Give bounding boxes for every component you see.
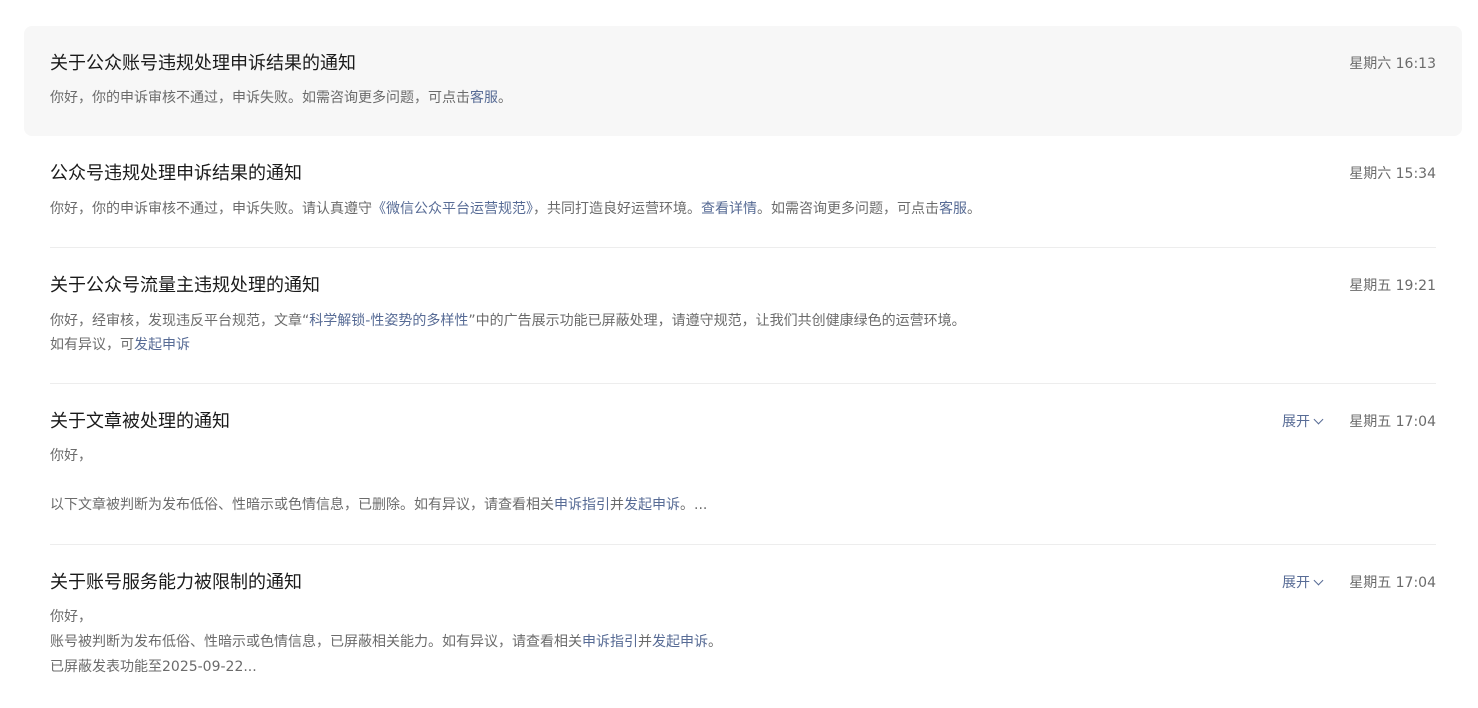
body-text: 并 [610, 497, 624, 513]
notification-item[interactable]: 关于文章被处理的通知 展开 星期五 17:04 你好， 以下文章被判断为发布低俗… [24, 384, 1462, 545]
notification-time: 星期五 17:04 [1349, 414, 1436, 430]
article-link[interactable]: 科学解锁-性姿势的多样性 [309, 313, 468, 329]
notification-time: 星期六 15:34 [1349, 166, 1436, 182]
chevron-down-icon [1313, 575, 1324, 586]
body-text: 你好，你的申诉审核不通过，申诉失败。请认真遵守 [50, 201, 372, 217]
chevron-down-icon [1313, 414, 1324, 425]
notification-title[interactable]: 关于公众号流量主违规处理的通知 [50, 274, 320, 298]
customer-service-link[interactable]: 客服 [470, 90, 498, 106]
notification-body: 你好， [50, 609, 92, 625]
notification-body-line: 账号被判断为发布低俗、性暗示或色情信息，已屏蔽相关能力。如有异议，请查看相关申诉… [50, 630, 722, 654]
body-text: 以下文章被判断为发布低俗、性暗示或色情信息，已删除。如有异议，请查看相关 [50, 497, 554, 513]
notification-body-line: 已屏蔽发表功能至2025-09-22... [50, 659, 257, 675]
notification-body-line: 以下文章被判断为发布低俗、性暗示或色情信息，已删除。如有异议，请查看相关申诉指引… [50, 493, 707, 517]
notification-item[interactable]: 关于账号服务能力被限制的通知 展开 星期五 17:04 你好， 账号被判断为发布… [24, 545, 1462, 695]
body-text: 。... [680, 497, 708, 513]
expand-label: 展开 [1282, 414, 1310, 430]
body-text: 。 [967, 201, 981, 217]
notification-title[interactable]: 公众号违规处理申诉结果的通知 [50, 162, 302, 186]
body-text: ，共同打造良好运营环境。 [533, 201, 701, 217]
notification-body: 你好，你的申诉审核不通过，申诉失败。请认真遵守《微信公众平台运营规范》，共同打造… [50, 197, 981, 221]
notification-time: 星期五 17:04 [1349, 575, 1436, 591]
body-text: ”中的广告展示功能已屏蔽处理，请遵守规范，让我们共创健康绿色的运营环境。 [468, 313, 966, 329]
expand-button[interactable]: 展开 [1282, 571, 1324, 595]
appeal-link[interactable]: 发起申诉 [624, 497, 680, 513]
appeal-guide-link[interactable]: 申诉指引 [554, 497, 610, 513]
appeal-link[interactable]: 发起申诉 [652, 634, 708, 650]
expand-label: 展开 [1282, 575, 1310, 591]
body-text: 。 [498, 90, 512, 106]
view-details-link[interactable]: 查看详情 [701, 201, 757, 217]
notification-title[interactable]: 关于账号服务能力被限制的通知 [50, 571, 302, 595]
platform-rules-link[interactable]: 《微信公众平台运营规范》 [372, 201, 533, 217]
notification-item[interactable]: 关于公众号流量主违规处理的通知 星期五 19:21 你好，经审核，发现违反平台规… [24, 248, 1462, 384]
body-text: 。 [708, 634, 722, 650]
notification-body-line: 如有异议，可发起申诉 [50, 333, 190, 357]
appeal-guide-link[interactable]: 申诉指引 [582, 634, 638, 650]
customer-service-link[interactable]: 客服 [939, 201, 967, 217]
notification-body: 你好，经审核，发现违反平台规范，文章“科学解锁-性姿势的多样性”中的广告展示功能… [50, 309, 966, 333]
body-text: 你好，经审核，发现违反平台规范，文章“ [50, 313, 310, 329]
body-text: 并 [638, 634, 652, 650]
notification-time: 星期五 19:21 [1349, 278, 1436, 294]
notification-list: 关于公众账号违规处理申诉结果的通知 星期六 16:13 你好，你的申诉审核不通过… [24, 26, 1462, 695]
notification-item[interactable]: 关于公众账号违规处理申诉结果的通知 星期六 16:13 你好，你的申诉审核不通过… [24, 26, 1462, 136]
body-text: 你好，你的申诉审核不通过，申诉失败。如需咨询更多问题，可点击 [50, 90, 470, 106]
appeal-link[interactable]: 发起申诉 [134, 337, 190, 353]
body-text: 账号被判断为发布低俗、性暗示或色情信息，已屏蔽相关能力。如有异议，请查看相关 [50, 634, 582, 650]
body-text: 。如需咨询更多问题，可点击 [757, 201, 939, 217]
notification-title[interactable]: 关于文章被处理的通知 [50, 410, 230, 434]
body-text: 如有异议，可 [50, 337, 134, 353]
notification-time: 星期六 16:13 [1349, 56, 1436, 72]
expand-button[interactable]: 展开 [1282, 410, 1324, 434]
notification-body: 你好，你的申诉审核不通过，申诉失败。如需咨询更多问题，可点击客服。 [50, 86, 512, 110]
notification-body: 你好， [50, 448, 92, 464]
notification-item[interactable]: 公众号违规处理申诉结果的通知 星期六 15:34 你好，你的申诉审核不通过，申诉… [24, 136, 1462, 248]
notification-title[interactable]: 关于公众账号违规处理申诉结果的通知 [50, 52, 356, 76]
